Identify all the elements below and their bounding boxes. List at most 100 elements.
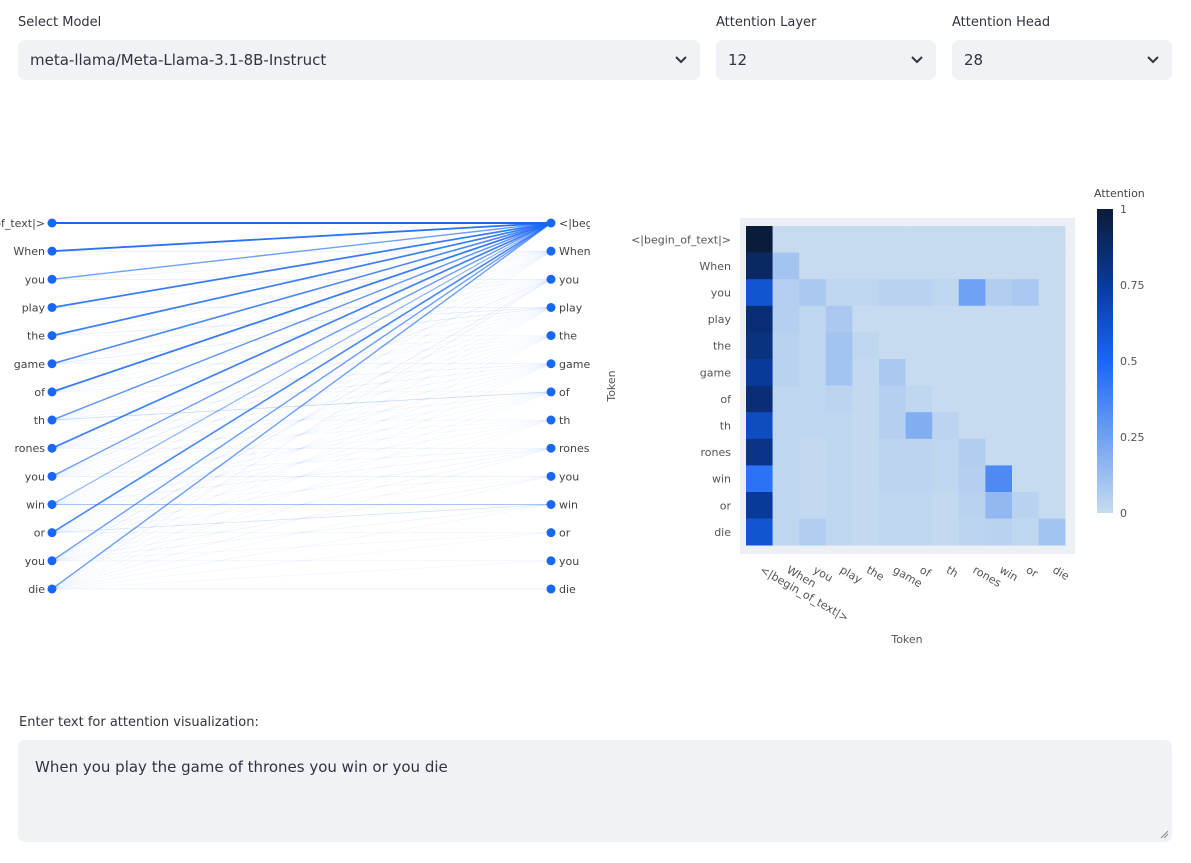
heatmap-cell — [905, 465, 933, 493]
right-token-label: rones — [559, 442, 590, 455]
heatmap-cell — [985, 305, 1013, 333]
heatmap-cell — [772, 305, 800, 333]
heatmap-y-tick-label: play — [708, 313, 732, 326]
heatmap-cell — [852, 412, 880, 440]
right-token-dot — [546, 331, 556, 341]
left-token-label: play — [22, 301, 46, 314]
heatmap-cell — [932, 226, 960, 253]
heatmap-cell — [825, 438, 853, 466]
right-token-label: the — [559, 330, 577, 343]
left-token-label: win — [26, 499, 45, 512]
heatmap-cell — [879, 412, 906, 440]
heatmap-cell — [905, 305, 933, 333]
left-token-label: game — [14, 358, 45, 371]
heatmap-cell — [958, 438, 986, 466]
heatmap-cell — [825, 332, 853, 360]
attention-lines-chart: <|begin_of_text|> When you play the game of th r… — [0, 217, 590, 596]
right-token-label: you — [559, 470, 579, 483]
chevron-down-icon — [1146, 53, 1160, 67]
heatmap-cell — [825, 226, 853, 253]
heatmap-cell — [746, 438, 773, 466]
heatmap-cell — [958, 518, 986, 546]
attention-heatmap-chart: <|begin_of_text|>Whenyouplaythegameofthr… — [605, 187, 1145, 646]
heatmap-cell — [825, 359, 853, 386]
heatmap-cell — [905, 279, 933, 307]
attention-text-input[interactable]: When you play the game of thrones you wi… — [18, 740, 1172, 842]
left-token-label: of — [34, 386, 46, 399]
left-token-dot — [47, 471, 57, 481]
heatmap-cell — [772, 465, 800, 493]
heatmap-cell — [799, 518, 827, 546]
heatmap-x-tick-label: the — [864, 563, 886, 583]
heatmap-cell — [1038, 332, 1066, 360]
heatmap-y-tick-label: you — [711, 287, 731, 300]
left-token-dot — [47, 274, 57, 284]
attention-link — [51, 279, 552, 590]
heatmap-x-tick-label: play — [838, 563, 865, 586]
heatmap-cell — [985, 226, 1013, 253]
heatmap-cell — [1012, 492, 1039, 519]
heatmap-y-tick-label: of — [720, 393, 732, 406]
right-token-label: win — [559, 499, 578, 512]
heatmap-cell — [958, 252, 986, 280]
heatmap-cell — [772, 492, 800, 519]
heatmap-cell — [1012, 252, 1039, 280]
right-token-dot — [546, 443, 556, 453]
attention-link — [51, 222, 552, 253]
left-token-dot — [47, 218, 57, 228]
heatmap-y-tick-label: win — [712, 473, 731, 486]
heatmap-cell — [746, 226, 773, 253]
left-token-dot — [47, 331, 57, 341]
heatmap-cell — [825, 279, 853, 307]
heatmap-cell — [772, 385, 800, 413]
left-token-dot — [47, 500, 57, 509]
heatmap-cell — [1038, 385, 1066, 413]
heatmap-cell — [799, 412, 827, 440]
heatmap-y-tick-label: <|begin_of_text|> — [631, 233, 731, 246]
heatmap-y-axis-title: Token — [605, 370, 618, 402]
heatmap-cell — [932, 438, 960, 466]
heatmap-cell — [879, 492, 906, 519]
chevron-down-icon — [910, 53, 924, 67]
attention-link — [51, 560, 552, 590]
heatmap-cell — [799, 305, 827, 333]
heatmap-cell — [825, 252, 853, 280]
heatmap-cell — [985, 438, 1013, 466]
layer-label: Attention Layer — [716, 15, 817, 30]
layer-select[interactable]: 12 — [716, 40, 936, 80]
heatmap-cell — [1038, 465, 1066, 493]
heatmap-cell — [852, 385, 880, 413]
right-token-dot — [546, 500, 556, 509]
heatmap-cell — [1038, 226, 1066, 253]
heatmap-cell — [772, 518, 800, 546]
left-token-dot — [47, 302, 57, 312]
heatmap-cell — [905, 252, 933, 280]
left-token-label: <|begin_of_text|> — [0, 217, 45, 230]
heatmap-cell — [772, 438, 800, 466]
model-select[interactable]: meta-llama/Meta-Llama-3.1-8B-Instruct — [18, 40, 700, 80]
heatmap-cell — [879, 279, 906, 307]
left-token-dot — [47, 528, 57, 538]
right-token-dot — [546, 274, 556, 284]
heatmap-cell — [905, 226, 933, 253]
heatmap-cell — [1012, 226, 1039, 253]
heatmap-cell — [852, 518, 880, 546]
heatmap-cell — [1038, 492, 1066, 519]
heatmap-cell — [852, 305, 880, 333]
heatmap-cell — [932, 332, 960, 360]
resize-handle-icon[interactable] — [1159, 829, 1169, 839]
heatmap-cell — [1012, 438, 1039, 466]
right-token-dot — [546, 415, 556, 425]
heatmap-cell — [799, 385, 827, 413]
heatmap-cell — [1012, 305, 1039, 333]
heatmap-x-tick-label: th — [944, 563, 960, 580]
left-token-label: you — [25, 555, 45, 568]
heatmap-y-tick-label: game — [700, 366, 731, 379]
heatmap-cell — [985, 412, 1013, 440]
colorbar-tick-label: 0.5 — [1120, 355, 1138, 368]
right-token-dot — [546, 387, 556, 397]
left-token-dot — [47, 246, 57, 256]
heatmap-cell — [772, 332, 800, 360]
head-select[interactable]: 28 — [952, 40, 1172, 80]
heatmap-y-tick-label: When — [699, 260, 731, 273]
